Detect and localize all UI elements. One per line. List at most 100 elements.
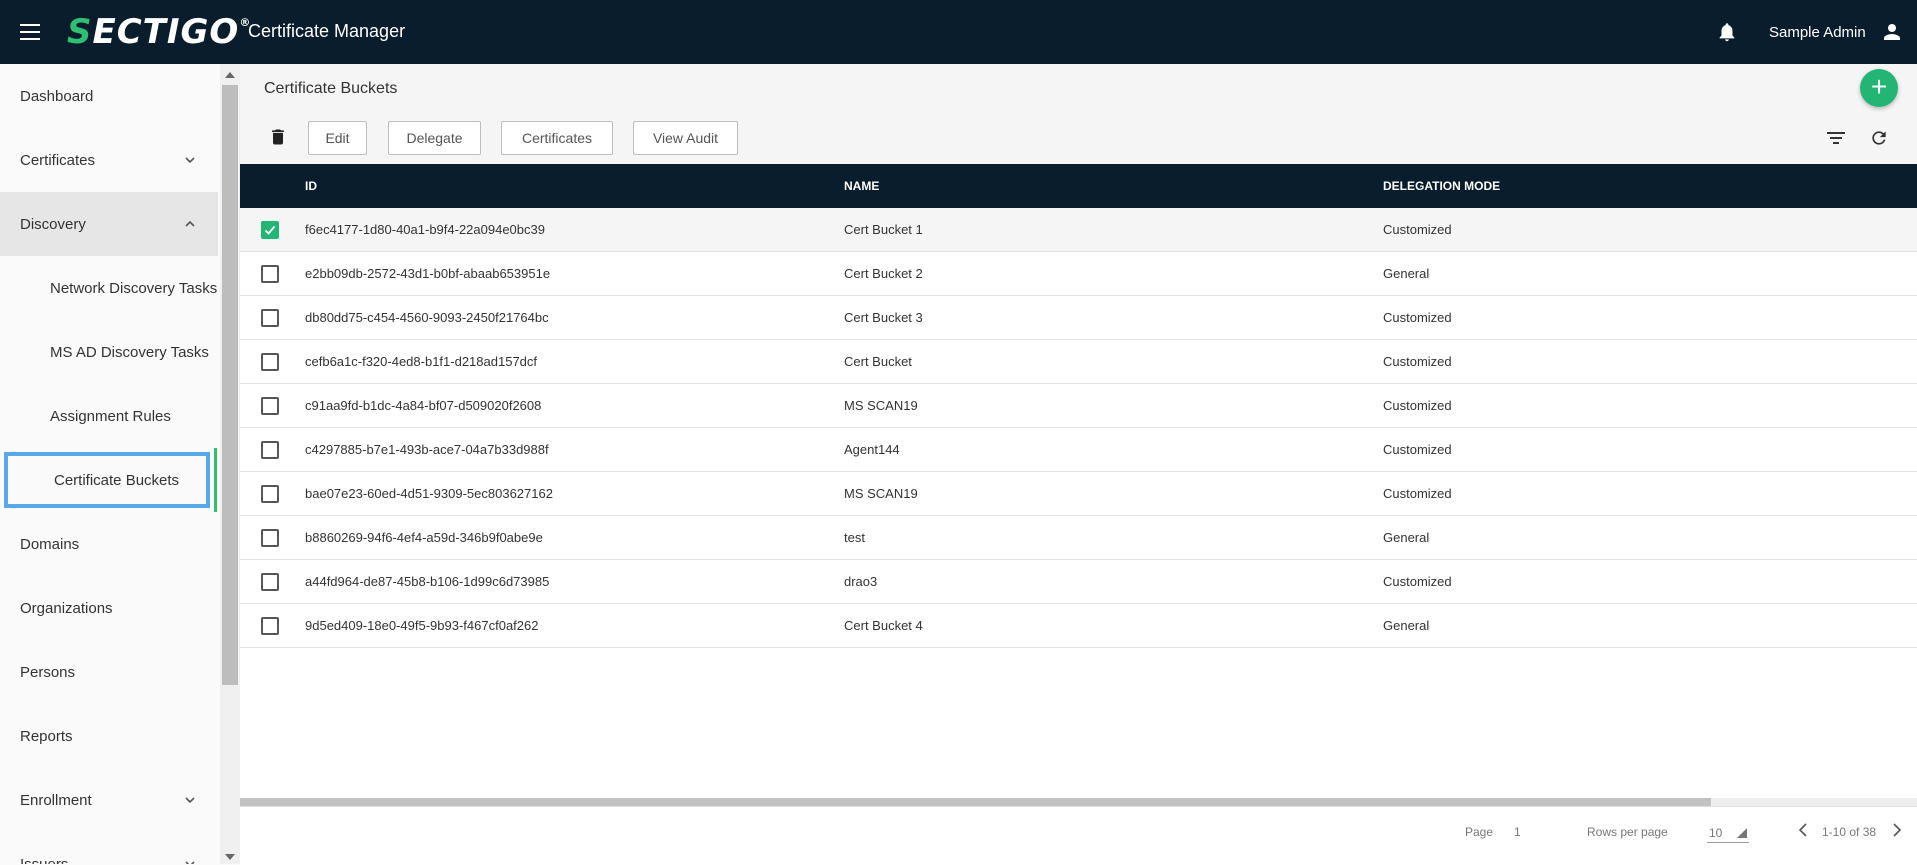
chevron-down-icon — [185, 157, 195, 164]
edit-button[interactable]: Edit — [308, 121, 367, 155]
page-number-input[interactable]: 1 — [1514, 825, 1521, 839]
bell-icon[interactable] — [1716, 20, 1738, 44]
cell-name: Cert Bucket 4 — [844, 618, 923, 633]
cell-id: db80dd75-c454-4560-9093-2450f21764bc — [305, 310, 549, 325]
sidebar-item-organizations[interactable]: Organizations — [0, 576, 218, 640]
cell-delegation-mode: General — [1383, 618, 1430, 633]
sidebar-item-network-discovery-tasks[interactable]: Network Discovery Tasks — [0, 256, 218, 320]
add-bucket-button[interactable]: + — [1860, 69, 1898, 107]
delegate-button[interactable]: Delegate — [388, 121, 481, 155]
row-checkbox[interactable] — [261, 221, 279, 239]
row-checkbox[interactable] — [261, 309, 279, 327]
row-checkbox[interactable] — [261, 573, 279, 591]
sidebar-item-domains[interactable]: Domains — [0, 512, 218, 576]
column-header-name[interactable]: NAME — [844, 179, 879, 193]
rows-per-page-value: 10 — [1709, 826, 1723, 840]
table-row[interactable]: e2bb09db-2572-43d1-b0bf-abaab653951e Cer… — [240, 252, 1917, 296]
chevron-right-icon[interactable] — [1891, 823, 1903, 837]
cell-id: e2bb09db-2572-43d1-b0bf-abaab653951e — [305, 266, 551, 281]
table-header: ID NAME DELEGATION MODE — [240, 164, 1917, 208]
cell-id: c91aa9fd-b1dc-4a84-bf07-d509020f2608 — [305, 398, 542, 413]
cell-id: a44fd964-de87-45b8-b106-1d99c6d73985 — [305, 574, 550, 589]
sidebar-item-discovery[interactable]: Discovery — [0, 192, 218, 256]
chevron-left-icon[interactable] — [1797, 823, 1809, 837]
certificates-button[interactable]: Certificates — [501, 121, 613, 155]
cell-id: cefb6a1c-f320-4ed8-b1f1-d218ad157dcf — [305, 354, 538, 369]
table-row[interactable]: 9d5ed409-18e0-49f5-9b93-f467cf0af262 Cer… — [240, 604, 1917, 648]
cell-name: MS SCAN19 — [844, 398, 918, 413]
sidebar-item-reports[interactable]: Reports — [0, 704, 218, 768]
sidebar: Dashboard Certificates Discovery Network… — [0, 64, 220, 864]
view-audit-button[interactable]: View Audit — [633, 121, 738, 155]
cell-name: test — [844, 530, 865, 545]
chevron-down-icon — [185, 861, 195, 864]
row-checkbox[interactable] — [261, 485, 279, 503]
chevron-up-icon — [185, 220, 195, 227]
table-row[interactable]: b8860269-94f6-4ef4-a59d-346b9f0abe9e tes… — [240, 516, 1917, 560]
table-row[interactable]: f6ec4177-1d80-40a1-b9f4-22a094e0bc39 Cer… — [240, 208, 1917, 252]
table-row[interactable]: c4297885-b7e1-493b-ace7-04a7b33d988f Age… — [240, 428, 1917, 472]
sidebar-item-dashboard[interactable]: Dashboard — [0, 64, 218, 128]
trash-icon[interactable] — [268, 126, 288, 148]
cell-name: Cert Bucket 3 — [844, 310, 923, 325]
cell-id: 9d5ed409-18e0-49f5-9b93-f467cf0af262 — [305, 618, 539, 633]
rows-per-page-label: Rows per page — [1587, 825, 1668, 839]
cell-name: drao3 — [844, 574, 878, 589]
page-label: Page — [1465, 825, 1494, 839]
rows-per-page-select[interactable]: 10 — [1707, 820, 1749, 843]
active-indicator — [214, 448, 217, 512]
cell-id: c4297885-b7e1-493b-ace7-04a7b33d988f — [305, 442, 549, 457]
cell-id: bae07e23-60ed-4d51-9309-5ec803627162 — [305, 486, 553, 501]
sidebar-item-issuers[interactable]: Issuers — [0, 832, 218, 864]
column-header-delegation-mode[interactable]: DELEGATION MODE — [1383, 179, 1500, 193]
menu-icon[interactable] — [20, 20, 46, 44]
row-checkbox[interactable] — [261, 353, 279, 371]
cell-delegation-mode: Customized — [1383, 486, 1452, 501]
cell-name: Cert Bucket 1 — [844, 222, 923, 237]
cell-delegation-mode: General — [1383, 530, 1430, 545]
sidebar-scrollbar-thumb[interactable] — [222, 85, 238, 685]
cell-name: Agent144 — [844, 442, 900, 457]
top-bar: SECTIGO® Certificate Manager Sample Admi… — [0, 0, 1917, 64]
cell-delegation-mode: Customized — [1383, 398, 1452, 413]
scroll-down-arrow[interactable] — [225, 854, 235, 860]
sidebar-item-persons[interactable]: Persons — [0, 640, 218, 704]
user-icon[interactable] — [1880, 20, 1904, 44]
app-title: Certificate Manager — [248, 21, 406, 41]
cell-id: b8860269-94f6-4ef4-a59d-346b9f0abe9e — [305, 530, 543, 545]
user-name[interactable]: Sample Admin — [1769, 24, 1866, 41]
filter-icon[interactable] — [1826, 130, 1846, 146]
refresh-icon[interactable] — [1869, 128, 1889, 148]
cell-name: MS SCAN19 — [844, 486, 918, 501]
horizontal-scrollbar-thumb[interactable] — [240, 798, 1711, 806]
table-row[interactable]: a44fd964-de87-45b8-b106-1d99c6d73985 dra… — [240, 560, 1917, 604]
sidebar-item-enrollment[interactable]: Enrollment — [0, 768, 218, 832]
row-checkbox[interactable] — [261, 265, 279, 283]
table-row[interactable]: c91aa9fd-b1dc-4a84-bf07-d509020f2608 MS … — [240, 384, 1917, 428]
sidebar-item-ms-ad-discovery-tasks[interactable]: MS AD Discovery Tasks — [0, 320, 218, 384]
page-header — [240, 64, 1917, 164]
cell-delegation-mode: Customized — [1383, 354, 1452, 369]
cell-name: Cert Bucket — [844, 354, 912, 369]
scroll-up-arrow[interactable] — [225, 72, 235, 78]
row-checkbox[interactable] — [261, 529, 279, 547]
row-checkbox[interactable] — [261, 397, 279, 415]
sidebar-item-certificates[interactable]: Certificates — [0, 128, 218, 192]
sidebar-item-certificate-buckets[interactable]: Certificate Buckets — [4, 452, 210, 508]
dropdown-icon — [1737, 828, 1747, 838]
page-title: Certificate Buckets — [264, 80, 398, 97]
cell-delegation-mode: Customized — [1383, 574, 1452, 589]
cell-id: f6ec4177-1d80-40a1-b9f4-22a094e0bc39 — [305, 222, 545, 237]
cell-delegation-mode: Customized — [1383, 442, 1452, 457]
column-header-id[interactable]: ID — [305, 179, 317, 193]
row-checkbox[interactable] — [261, 617, 279, 635]
cell-delegation-mode: Customized — [1383, 222, 1452, 237]
row-checkbox[interactable] — [261, 441, 279, 459]
table-row[interactable]: db80dd75-c454-4560-9093-2450f21764bc Cer… — [240, 296, 1917, 340]
pagination-range: 1-10 of 38 — [1822, 825, 1877, 839]
table-row[interactable]: cefb6a1c-f320-4ed8-b1f1-d218ad157dcf Cer… — [240, 340, 1917, 384]
cell-delegation-mode: General — [1383, 266, 1430, 281]
cell-delegation-mode: Customized — [1383, 310, 1452, 325]
table-row[interactable]: bae07e23-60ed-4d51-9309-5ec803627162 MS … — [240, 472, 1917, 516]
sidebar-item-assignment-rules[interactable]: Assignment Rules — [0, 384, 218, 448]
